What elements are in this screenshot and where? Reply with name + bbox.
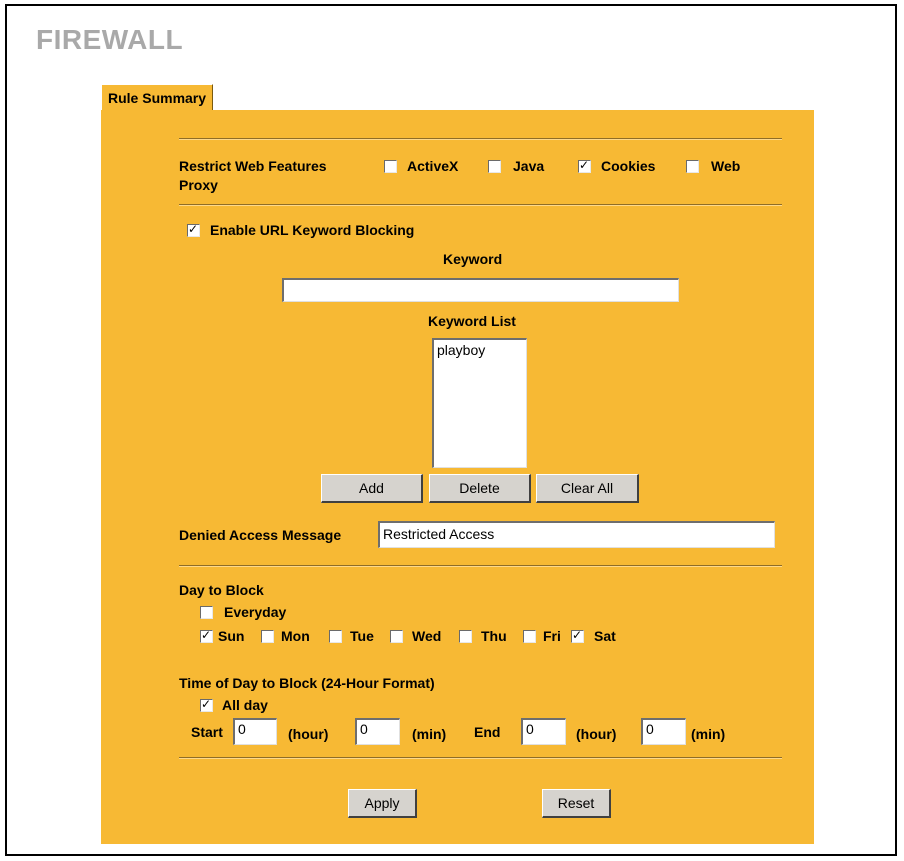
end-hour-input[interactable]: 0 [521, 718, 566, 745]
web-proxy-label: Web [711, 158, 741, 174]
divider [179, 757, 782, 759]
divider [179, 204, 782, 206]
start-label: Start [191, 724, 223, 740]
mon-label: Mon [281, 628, 310, 644]
web-proxy-checkbox[interactable] [686, 160, 699, 173]
fri-checkbox[interactable] [523, 630, 536, 643]
enable-url-blocking-checkbox[interactable] [187, 222, 200, 237]
time-to-block-label: Time of Day to Block (24-Hour Format) [179, 675, 435, 691]
delete-button[interactable]: Delete [429, 474, 531, 503]
divider [179, 565, 782, 567]
wed-checkbox[interactable] [390, 630, 403, 643]
clear-all-button[interactable]: Clear All [536, 474, 639, 503]
activex-label: ActiveX [407, 158, 459, 174]
day-to-block-label: Day to Block [179, 582, 264, 598]
apply-button[interactable]: Apply [348, 789, 417, 818]
tue-checkbox[interactable] [329, 630, 342, 643]
start-min-unit: (min) [412, 726, 447, 742]
everyday-checkbox[interactable] [200, 606, 213, 619]
all-day-checkbox[interactable] [200, 697, 213, 712]
all-day-label: All day [222, 697, 268, 713]
everyday-label: Everyday [224, 604, 287, 620]
sat-checkbox[interactable] [571, 628, 584, 643]
sun-label: Sun [218, 628, 245, 644]
tue-label: Tue [350, 628, 374, 644]
java-checkbox[interactable] [488, 160, 501, 173]
keyword-listbox[interactable]: playboy [432, 338, 527, 468]
list-item[interactable]: playboy [437, 342, 523, 358]
start-hour-input[interactable]: 0 [233, 718, 277, 745]
keyword-input[interactable] [282, 278, 679, 302]
end-label: End [474, 724, 501, 740]
thu-label: Thu [481, 628, 507, 644]
reset-button[interactable]: Reset [542, 789, 611, 818]
cookies-label: Cookies [601, 158, 656, 174]
start-hour-unit: (hour) [288, 726, 329, 742]
cookies-checkbox[interactable] [578, 158, 591, 173]
activex-checkbox[interactable] [384, 160, 397, 173]
end-hour-unit: (hour) [576, 726, 617, 742]
sat-label: Sat [594, 628, 616, 644]
fri-label: Fri [543, 628, 561, 644]
end-min-unit: (min) [691, 726, 726, 742]
web-proxy-label-wrap: Proxy [179, 177, 218, 193]
enable-url-blocking-label: Enable URL Keyword Blocking [210, 222, 415, 238]
keyword-list-label: Keyword List [428, 313, 516, 329]
divider [179, 138, 782, 140]
add-button[interactable]: Add [321, 474, 423, 503]
sun-checkbox[interactable] [200, 628, 213, 643]
end-min-input[interactable]: 0 [641, 718, 686, 745]
keyword-label: Keyword [443, 251, 503, 267]
tab-rule-summary[interactable]: Rule Summary [101, 84, 214, 111]
java-label: Java [513, 158, 545, 174]
mon-checkbox[interactable] [261, 630, 274, 643]
thu-checkbox[interactable] [459, 630, 472, 643]
denied-message-label: Denied Access Message [179, 527, 342, 543]
denied-message-input[interactable]: Restricted Access [378, 521, 775, 548]
start-min-input[interactable]: 0 [355, 718, 400, 745]
wed-label: Wed [412, 628, 442, 644]
page-title: FIREWALL [36, 24, 184, 55]
restrict-web-label: Restrict Web Features [179, 158, 327, 174]
